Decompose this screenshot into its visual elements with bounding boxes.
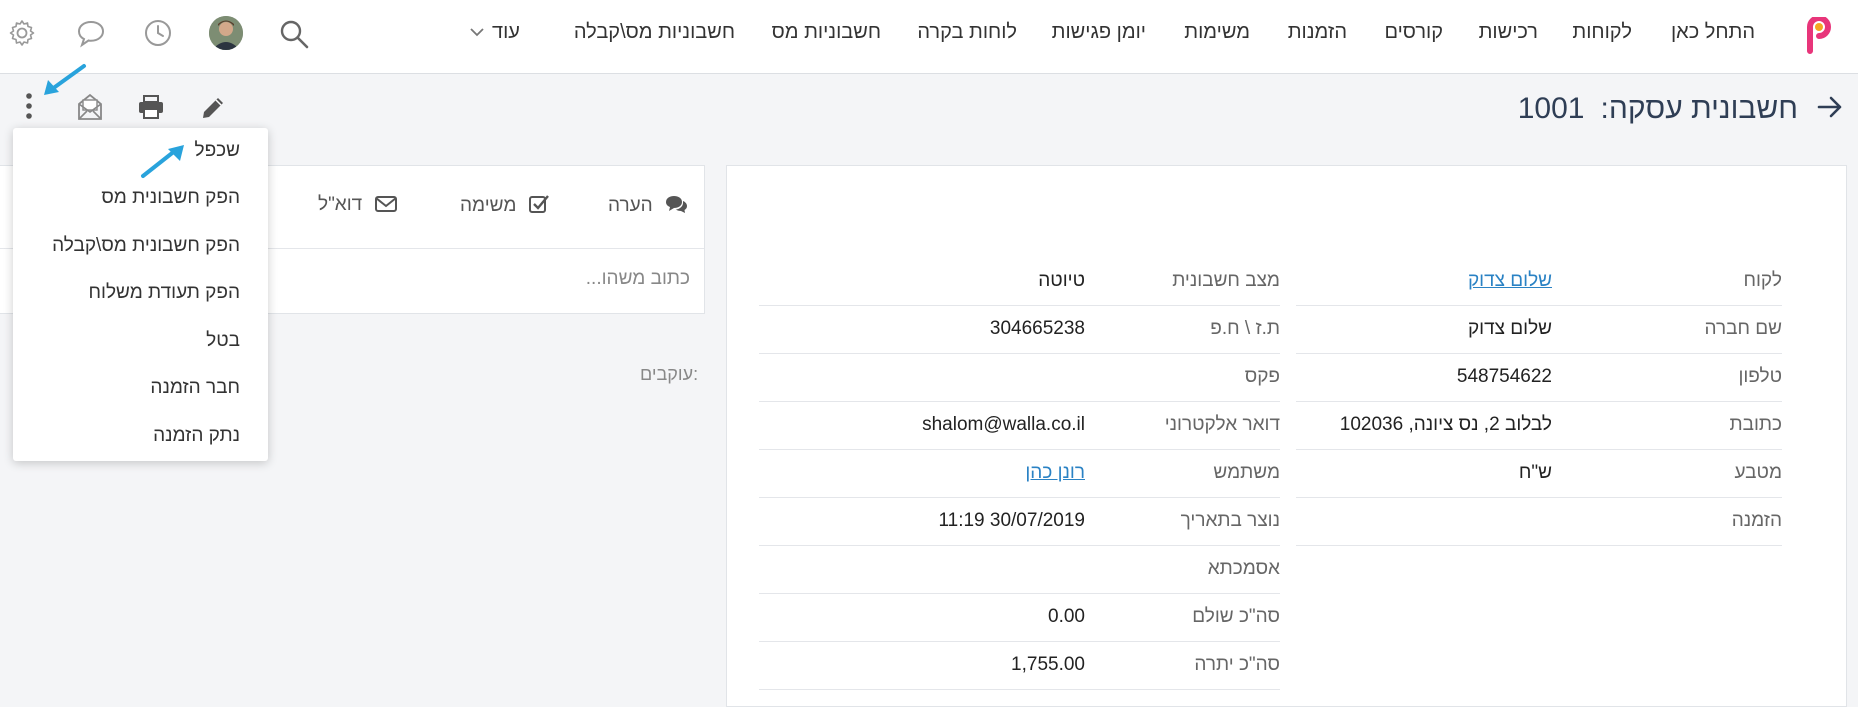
detail-label: סה"כ יתרה	[1194, 654, 1280, 675]
search-icon[interactable]	[278, 18, 310, 50]
detail-value: לבלוב 2, נס ציונה, 102036	[1339, 414, 1552, 435]
followers-label: עוקבים:	[640, 364, 699, 384]
detail-label: דואר אלקטרוני	[1164, 414, 1280, 435]
detail-label: נוצר בתאריך	[1180, 510, 1280, 531]
menu-item-connect-order[interactable]: חבר הזמנה	[150, 377, 240, 399]
detail-value: ש"ח	[1518, 462, 1552, 483]
detail-label: כתובת	[1729, 414, 1782, 435]
page-title: חשבונית עסקה: 1001	[1518, 88, 1798, 130]
detail-label: לקוח	[1743, 270, 1782, 291]
detail-label: סה"כ שולם	[1192, 606, 1280, 627]
envelope-icon	[374, 196, 397, 212]
detail-row-fax: פקס	[759, 353, 1280, 402]
detail-value: shalom@walla.co.il	[922, 414, 1085, 435]
page-title-label: חשבונית עסקה:	[1600, 92, 1799, 125]
nav-more-menu[interactable]: עוד	[470, 19, 520, 45]
detail-label: אסמכתא	[1207, 558, 1280, 579]
detail-row-created-date: נוצר בתאריך 11:19 30/07/2019	[759, 497, 1280, 546]
checkbox-checked-icon	[528, 195, 549, 213]
annotation-arrow-icon	[44, 64, 86, 95]
nav-item-purchases[interactable]: רכישות	[1479, 19, 1538, 45]
detail-label: הזמנה	[1731, 510, 1782, 531]
tab-task[interactable]: משימה	[460, 194, 550, 217]
detail-label: מצב חשבונית	[1172, 270, 1280, 291]
menu-item-issue-tax-invoice[interactable]: הפק חשבונית מס	[101, 187, 240, 209]
invoice-number: 1001	[1517, 92, 1585, 125]
app-logo-icon[interactable]	[1803, 17, 1833, 55]
user-link[interactable]: רונן כהן	[1025, 449, 1085, 497]
menu-item-duplicate[interactable]: שכפל	[195, 140, 241, 162]
detail-value: 304665238	[989, 318, 1085, 339]
detail-row-total-paid: סה"כ שולם 0.00	[759, 593, 1280, 642]
nav-more-label: עוד	[492, 21, 520, 43]
nav-item-orders[interactable]: הזמנות	[1288, 19, 1347, 45]
nav-item-dashboards[interactable]: לוחות בקרה	[917, 19, 1017, 45]
top-navigation: התחל כאן לקוחות רכישות קורסים הזמנות משי…	[0, 0, 1858, 74]
detail-row-invoice-status: מצב חשבונית טיוטה	[759, 257, 1280, 306]
tab-email[interactable]: דוא"ל	[318, 194, 398, 216]
detail-row-id-number: ת.ז \ ח.פ 304665238	[759, 305, 1280, 354]
more-options-kebab-icon[interactable]	[24, 92, 34, 120]
detail-row-balance: סה"כ יתרה 1,755.00	[759, 641, 1280, 690]
nav-item-meetings-calendar[interactable]: יומן פגישות	[1052, 19, 1146, 45]
detail-row-company-name: שם חברה שלום צדוק	[1296, 305, 1782, 354]
edit-pencil-icon[interactable]	[199, 94, 227, 122]
detail-label: משתמש	[1213, 462, 1280, 483]
clock-icon[interactable]	[143, 18, 173, 48]
tab-note[interactable]: הערה	[608, 194, 688, 217]
menu-item-cancel[interactable]: בטל	[206, 330, 240, 352]
detail-label: שם חברה	[1704, 318, 1782, 339]
detail-label: מטבע	[1734, 462, 1783, 483]
detail-value: 11:19 30/07/2019	[938, 510, 1085, 531]
settings-gear-icon[interactable]	[8, 19, 36, 47]
nav-item-courses[interactable]: קורסים	[1384, 19, 1443, 45]
detail-row-phone: טלפון 548754622	[1296, 353, 1782, 402]
menu-item-issue-tax-invoice-receipt[interactable]: הפק חשבונית מס\קבלה	[52, 235, 240, 257]
avatar-image	[209, 16, 243, 50]
nav-item-tax-invoices[interactable]: חשבוניות מס	[772, 19, 881, 45]
chevron-down-icon	[470, 28, 484, 37]
comments-icon	[666, 196, 688, 213]
annotation-arrow-icon	[141, 145, 184, 178]
user-avatar[interactable]	[209, 16, 243, 50]
detail-row-order: הזמנה	[1296, 497, 1782, 546]
nav-item-start-here[interactable]: התחל כאן	[1671, 19, 1755, 45]
detail-row-user: משתמש רונן כהן	[759, 449, 1280, 498]
detail-row-currency: מטבע ש"ח	[1296, 449, 1782, 498]
menu-item-issue-delivery-note[interactable]: הפק תעודת משלוח	[89, 282, 240, 304]
nav-item-tasks[interactable]: משימות	[1184, 19, 1250, 45]
activity-input[interactable]: כתוב משהו...	[586, 268, 690, 290]
detail-row-reference: אסמכתא	[759, 545, 1280, 594]
detail-row-customer: לקוח שלום צדוק	[1296, 257, 1782, 306]
detail-value: 548754622	[1456, 366, 1552, 387]
nav-item-customers[interactable]: לקוחות	[1572, 19, 1632, 45]
detail-value: 0.00	[1048, 606, 1085, 627]
note-tab-label: הערה	[608, 195, 653, 216]
detail-value: 1,755.00	[1011, 654, 1085, 675]
task-tab-label: משימה	[460, 195, 517, 216]
invoice-details-card: לקוח שלום צדוק שם חברה שלום צדוק טלפון 5…	[726, 165, 1847, 707]
detail-value: טיוטה	[1038, 270, 1085, 291]
back-arrow-icon[interactable]	[1817, 94, 1843, 120]
detail-label: ת.ז \ ח.פ	[1210, 318, 1280, 339]
detail-row-address: כתובת לבלוב 2, נס ציונה, 102036	[1296, 401, 1782, 450]
detail-value: שלום צדוק	[1467, 318, 1552, 339]
email-tab-label: דוא"ל	[318, 194, 363, 215]
nav-item-tax-invoice-receipts[interactable]: חשבוניות מס\קבלה	[574, 19, 735, 45]
detail-row-email: דואר אלקטרוני shalom@walla.co.il	[759, 401, 1280, 450]
customer-link[interactable]: שלום צדוק	[1468, 257, 1552, 305]
detail-label: פקס	[1244, 366, 1280, 387]
detail-label: טלפון	[1738, 366, 1782, 387]
chat-bubble-icon[interactable]	[76, 18, 106, 48]
print-icon[interactable]	[137, 94, 165, 120]
menu-item-disconnect-order[interactable]: נתק הזמנה	[153, 425, 240, 447]
